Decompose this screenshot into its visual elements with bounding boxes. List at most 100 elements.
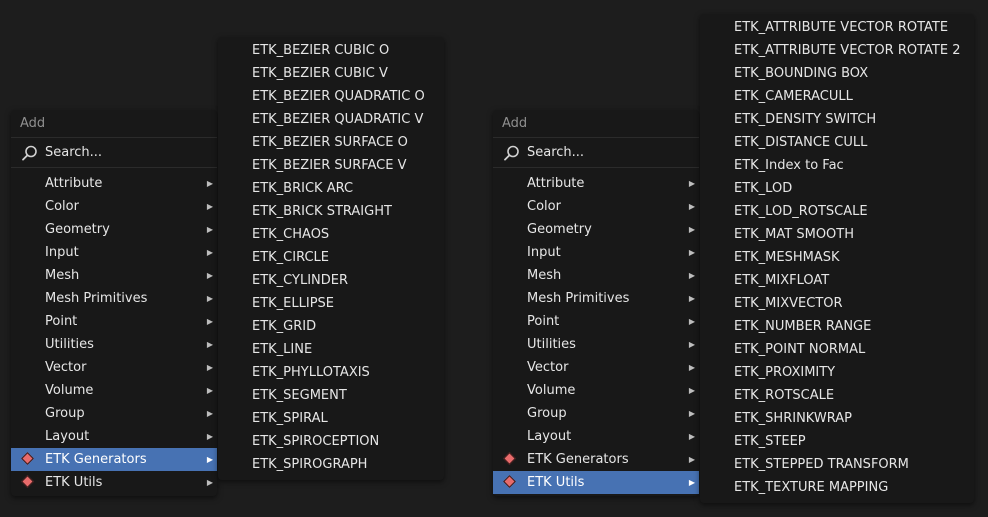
submenu-item[interactable]: ETK_DENSITY SWITCH (700, 108, 974, 131)
menu-item-volume[interactable]: Volume ▶ (11, 379, 217, 402)
submenu-item[interactable]: ETK_STEPPED TRANSFORM (700, 453, 974, 476)
submenu-item[interactable]: ETK_BRICK STRAIGHT (218, 200, 444, 223)
submenu-item[interactable]: ETK_BEZIER SURFACE V (218, 154, 444, 177)
menu-item-label: Volume (45, 383, 94, 398)
menu-item-etk-generators[interactable]: ETK Generators ▶ (11, 448, 217, 471)
menu-item-point[interactable]: Point ▶ (11, 310, 217, 333)
menu-item-label: Mesh Primitives (45, 291, 148, 306)
submenu-item[interactable]: ETK_TEXTURE MAPPING (700, 476, 974, 499)
submenu-item[interactable]: ETK_MAT SMOOTH (700, 223, 974, 246)
submenu-arrow-icon: ▶ (688, 432, 695, 441)
submenu-item[interactable]: ETK_ELLIPSE (218, 292, 444, 315)
menu-item-vector[interactable]: Vector ▶ (493, 356, 699, 379)
submenu-item[interactable]: ETK_CAMERACULL (700, 85, 974, 108)
menu-item-etk-generators[interactable]: ETK Generators ▶ (493, 448, 699, 471)
menu-item-label: Vector (527, 360, 569, 375)
menu-item-mesh-primitives[interactable]: Mesh Primitives ▶ (11, 287, 217, 310)
submenu-arrow-icon: ▶ (688, 317, 695, 326)
menu-item-mesh[interactable]: Mesh ▶ (11, 264, 217, 287)
menu-item-utilities[interactable]: Utilities ▶ (11, 333, 217, 356)
menu-item-color[interactable]: Color ▶ (11, 195, 217, 218)
menu-item-geometry[interactable]: Geometry ▶ (493, 218, 699, 241)
submenu-item[interactable]: ETK_BEZIER CUBIC V (218, 62, 444, 85)
search-row[interactable] (11, 138, 217, 168)
submenu-item[interactable]: ETK_POINT NORMAL (700, 338, 974, 361)
submenu-arrow-icon: ▶ (206, 432, 213, 441)
menu-item-mesh-primitives[interactable]: Mesh Primitives ▶ (493, 287, 699, 310)
menu-item-mesh[interactable]: Mesh ▶ (493, 264, 699, 287)
submenu-item[interactable]: ETK_BRICK ARC (218, 177, 444, 200)
submenu-arrow-icon: ▶ (688, 409, 695, 418)
submenu-item[interactable]: ETK_CIRCLE (218, 246, 444, 269)
submenu-arrow-icon: ▶ (688, 271, 695, 280)
menu-item-label: Geometry (527, 222, 592, 237)
menu-item-input[interactable]: Input ▶ (11, 241, 217, 264)
submenu-item[interactable]: ETK_SPIRAL (218, 407, 444, 430)
search-row[interactable] (493, 138, 699, 168)
screen: Add Attribute ▶ Color ▶ Geometry ▶ Input ▶ M… (0, 0, 988, 517)
search-input[interactable] (527, 145, 677, 160)
submenu-item[interactable]: ETK_ROTSCALE (700, 384, 974, 407)
menu-item-color[interactable]: Color ▶ (493, 195, 699, 218)
menu-item-geometry[interactable]: Geometry ▶ (11, 218, 217, 241)
submenu-item[interactable]: ETK_ATTRIBUTE VECTOR ROTATE 2 (700, 39, 974, 62)
menu-item-group[interactable]: Group ▶ (493, 402, 699, 425)
menu-item-layout[interactable]: Layout ▶ (11, 425, 217, 448)
submenu-item[interactable]: ETK_BEZIER SURFACE O (218, 131, 444, 154)
submenu-item[interactable]: ETK_SPIROGRAPH (218, 453, 444, 476)
submenu-arrow-icon: ▶ (688, 248, 695, 257)
submenu-arrow-icon: ▶ (206, 271, 213, 280)
menu-item-etk-utils[interactable]: ETK Utils ▶ (11, 471, 217, 494)
menu-item-label: Input (527, 245, 561, 260)
submenu-item[interactable]: ETK_CYLINDER (218, 269, 444, 292)
submenu-item[interactable]: ETK_BEZIER QUADRATIC O (218, 85, 444, 108)
menu-item-label: Utilities (527, 337, 576, 352)
submenu-arrow-icon: ▶ (688, 340, 695, 349)
submenu-item[interactable]: ETK_CHAOS (218, 223, 444, 246)
menu-item-etk-utils[interactable]: ETK Utils ▶ (493, 471, 699, 494)
search-icon (21, 144, 39, 162)
submenu-item[interactable]: ETK_ATTRIBUTE VECTOR ROTATE (700, 16, 974, 39)
submenu-item[interactable]: ETK_MIXFLOAT (700, 269, 974, 292)
menu-item-group[interactable]: Group ▶ (11, 402, 217, 425)
submenu-item[interactable]: ETK_STEEP (700, 430, 974, 453)
menu-item-volume[interactable]: Volume ▶ (493, 379, 699, 402)
submenu-arrow-icon: ▶ (206, 409, 213, 418)
search-input[interactable] (45, 145, 195, 160)
submenu-item[interactable]: ETK_PHYLLOTAXIS (218, 361, 444, 384)
submenu-item[interactable]: ETK_SPIROCEPTION (218, 430, 444, 453)
submenu-arrow-icon: ▶ (206, 248, 213, 257)
submenu-arrow-icon: ▶ (206, 363, 213, 372)
menu-item-attribute[interactable]: Attribute ▶ (11, 172, 217, 195)
submenu-item[interactable]: ETK_NUMBER RANGE (700, 315, 974, 338)
menu-item-attribute[interactable]: Attribute ▶ (493, 172, 699, 195)
submenu-item[interactable]: ETK_BEZIER QUADRATIC V (218, 108, 444, 131)
menu-item-vector[interactable]: Vector ▶ (11, 356, 217, 379)
menu-item-utilities[interactable]: Utilities ▶ (493, 333, 699, 356)
menu-item-label: Vector (45, 360, 87, 375)
menu-item-label: Color (527, 199, 561, 214)
submenu-arrow-icon: ▶ (688, 202, 695, 211)
submenu-item[interactable]: ETK_MESHMASK (700, 246, 974, 269)
submenu-item[interactable]: ETK_GRID (218, 315, 444, 338)
submenu-item[interactable]: ETK_BEZIER CUBIC O (218, 39, 444, 62)
menu-item-label: Attribute (527, 176, 585, 191)
submenu-item[interactable]: ETK_SEGMENT (218, 384, 444, 407)
submenu-item[interactable]: ETK_MIXVECTOR (700, 292, 974, 315)
submenu-item[interactable]: ETK_PROXIMITY (700, 361, 974, 384)
menu-item-point[interactable]: Point ▶ (493, 310, 699, 333)
submenu-item[interactable]: ETK_Index to Fac (700, 154, 974, 177)
submenu-arrow-icon: ▶ (688, 455, 695, 464)
menu-item-label: Point (527, 314, 560, 329)
menu-item-label: Utilities (45, 337, 94, 352)
menu-item-label: Point (45, 314, 78, 329)
menu-item-input[interactable]: Input ▶ (493, 241, 699, 264)
submenu-item[interactable]: ETK_LOD (700, 177, 974, 200)
submenu-arrow-icon: ▶ (206, 340, 213, 349)
submenu-item[interactable]: ETK_LOD_ROTSCALE (700, 200, 974, 223)
submenu-item[interactable]: ETK_LINE (218, 338, 444, 361)
submenu-item[interactable]: ETK_SHRINKWRAP (700, 407, 974, 430)
submenu-item[interactable]: ETK_BOUNDING BOX (700, 62, 974, 85)
submenu-item[interactable]: ETK_DISTANCE CULL (700, 131, 974, 154)
menu-item-layout[interactable]: Layout ▶ (493, 425, 699, 448)
